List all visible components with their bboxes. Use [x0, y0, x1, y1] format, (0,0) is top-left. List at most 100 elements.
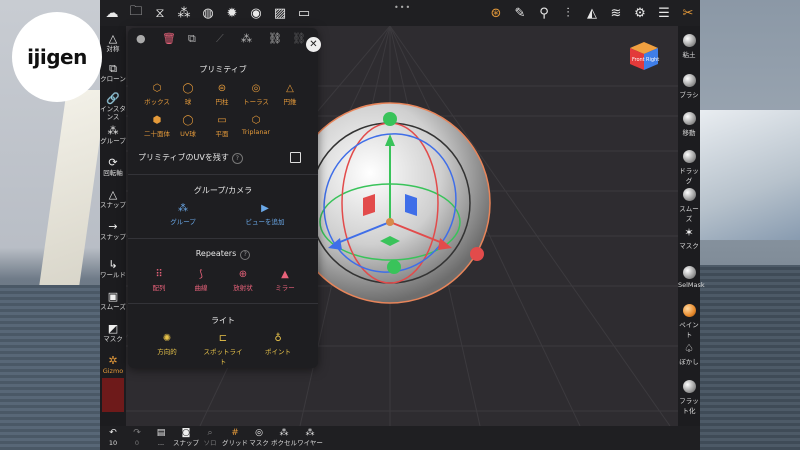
- share-node-icon[interactable]: ⧖: [148, 0, 172, 26]
- history-button[interactable]: ▤...: [152, 428, 170, 447]
- primitive-icosahedron[interactable]: ⬢ 二十面体: [140, 114, 174, 138]
- primitive-cone[interactable]: △ 円錐: [273, 82, 307, 106]
- primitive-triplanar[interactable]: ⬡ Triplanar: [239, 114, 273, 136]
- plane-icon: ▭: [217, 115, 227, 126]
- brush-ball-icon: [682, 74, 696, 87]
- instance-button[interactable]: 🔗 インスタンス: [100, 92, 126, 121]
- redo-icon: ↷: [133, 428, 141, 438]
- tool-clay[interactable]: 粘土: [678, 34, 700, 59]
- tool-smooth[interactable]: スムーズ: [678, 188, 700, 223]
- duplicate-icon[interactable]: ⧉: [188, 32, 196, 46]
- smooth-ball-icon: [682, 188, 696, 201]
- left-toolbar: △ 対称 ⧉ クローン 🔗 インスタンス ⁂ グループ ⟳ 回転軸 △ スナップ → スナップ…: [100, 26, 126, 426]
- snap-button[interactable]: △ スナップ: [100, 188, 126, 209]
- selmask-ball-icon: [682, 266, 696, 279]
- mirror-icon: ▲: [281, 269, 289, 280]
- add-view-button[interactable]: ▶ ビューを追加: [240, 202, 290, 226]
- tool-brush[interactable]: ブラシ: [678, 74, 700, 99]
- layers-icon[interactable]: ≋: [604, 0, 628, 26]
- drag-ball-icon: [682, 150, 696, 163]
- tool-blur[interactable]: ♤ ぼかし: [678, 342, 700, 366]
- primitive-box[interactable]: ⬡ ボックス: [140, 82, 174, 106]
- group-camera-title: グループ/カメラ: [193, 186, 253, 195]
- mask-toggle-button[interactable]: ◎ マスク: [248, 428, 270, 447]
- blur-icon: ♤: [684, 342, 694, 355]
- tool-move[interactable]: 移動: [678, 112, 700, 137]
- voxel-button[interactable]: ⁂ ボクセル: [270, 428, 298, 447]
- video-icon[interactable]: ▭: [292, 0, 316, 26]
- link-icon[interactable]: ⛓: [268, 32, 282, 45]
- smooth-button[interactable]: ▣ スムーズ: [100, 290, 126, 311]
- dropper-icon[interactable]: ⚲: [532, 0, 556, 26]
- drag-handle[interactable]: •••: [394, 3, 411, 12]
- close-button[interactable]: ✕: [306, 37, 321, 52]
- globe-icon[interactable]: ◍: [196, 0, 220, 26]
- tool-selmask[interactable]: SelMask: [678, 266, 705, 289]
- radial-icon: ⊕: [238, 269, 248, 280]
- grid-button[interactable]: # グリッド: [222, 428, 248, 447]
- link-icon: 🔗: [106, 92, 120, 105]
- tool-paint[interactable]: ペイント: [678, 304, 700, 339]
- tool-flatten[interactable]: フラット化: [678, 380, 700, 415]
- primitive-plane[interactable]: ▭ 平面: [205, 114, 239, 138]
- primitive-torus[interactable]: ◎ トーラス: [239, 82, 273, 106]
- mask-button[interactable]: ◩ マスク: [100, 322, 126, 343]
- solo-button[interactable]: ⌕ ソロ: [200, 428, 220, 447]
- logo: ijigen: [12, 12, 102, 102]
- light-directional[interactable]: ✺ 方向的: [150, 332, 184, 356]
- redo-button[interactable]: ↷ 0: [128, 428, 146, 447]
- gizmo-icon[interactable]: ⊛: [484, 0, 508, 26]
- material-ball-icon[interactable]: ◉: [244, 0, 268, 26]
- mask-puzzle-icon: ✶: [684, 226, 694, 239]
- clone-button[interactable]: ⧉ クローン: [100, 62, 126, 83]
- navigation-cube[interactable]: Front Right: [628, 40, 660, 72]
- image-icon[interactable]: ▨: [268, 0, 292, 26]
- help-icon[interactable]: ?: [231, 153, 243, 164]
- connect-icon[interactable]: ⟋: [216, 32, 224, 46]
- camera-icon: ◙: [181, 428, 191, 438]
- folder-icon[interactable]: 🗀: [124, 0, 148, 26]
- unlink-icon[interactable]: ⛓: [292, 32, 306, 45]
- wireframe-icon[interactable]: ◭: [580, 0, 604, 26]
- group-button[interactable]: ⁂ グループ: [100, 124, 126, 145]
- primitive-uvsphere[interactable]: ◯ UV球: [171, 114, 205, 138]
- sun-icon[interactable]: ✹: [220, 0, 244, 26]
- world-button[interactable]: ↳ ワールド: [100, 258, 126, 279]
- sphere-icon: ◯: [182, 83, 194, 94]
- color-swatch[interactable]: [102, 378, 124, 412]
- primitive-cylinder[interactable]: ⊜ 円柱: [205, 82, 239, 106]
- repeater-radial[interactable]: ⊕ 放射状: [226, 268, 260, 292]
- add-group-button[interactable]: ⁂ グループ: [164, 202, 202, 226]
- voxel-icon: ⁂: [279, 428, 289, 438]
- window-light: [37, 90, 107, 300]
- repeater-mirror[interactable]: ▲ ミラー: [268, 268, 302, 292]
- undo-button[interactable]: ↶ 10: [104, 428, 122, 447]
- sculpt-icon[interactable]: ●: [136, 32, 146, 45]
- settings-icon[interactable]: ⚙: [628, 0, 652, 26]
- gizmo-button[interactable]: ✲ Gizmo: [100, 354, 126, 375]
- repeater-curve[interactable]: ⟆ 曲線: [184, 268, 218, 292]
- wireframe-button[interactable]: ⁂ ワイヤー: [296, 428, 324, 447]
- symmetry-icon[interactable]: ⫶: [556, 0, 580, 26]
- light-spot[interactable]: ⊏ スポットライト: [202, 332, 244, 366]
- tool-drag[interactable]: ドラッグ: [678, 150, 700, 185]
- pivot-button[interactable]: ⟳ 回転軸: [100, 156, 126, 177]
- sliders-icon[interactable]: ☰: [652, 0, 676, 26]
- brush-icon[interactable]: ✎: [508, 0, 532, 26]
- tool-mask[interactable]: ✶ マスク: [678, 226, 700, 250]
- symmetry-button[interactable]: △ 対称: [100, 32, 126, 53]
- keep-uv-label: プリミティブのUVを残す?: [138, 152, 243, 164]
- merge-icon[interactable]: ⁂: [241, 32, 252, 45]
- tools-icon[interactable]: ✂: [676, 0, 700, 26]
- scene-icon[interactable]: ⁂: [172, 0, 196, 26]
- trash-icon[interactable]: 🗑: [162, 32, 176, 45]
- keep-uv-checkbox[interactable]: [290, 152, 301, 163]
- help-icon[interactable]: ?: [240, 250, 251, 260]
- mask-icon: ◩: [107, 322, 119, 335]
- snapshot-button[interactable]: ◙ スナップ: [172, 428, 200, 447]
- cloud-icon[interactable]: ☁: [100, 0, 124, 26]
- repeater-array[interactable]: ⠿ 配列: [142, 268, 176, 292]
- snap-move-button[interactable]: → スナップ: [100, 220, 126, 241]
- primitive-sphere[interactable]: ◯ 球: [171, 82, 205, 106]
- light-point[interactable]: ♁ ポイント: [261, 332, 295, 356]
